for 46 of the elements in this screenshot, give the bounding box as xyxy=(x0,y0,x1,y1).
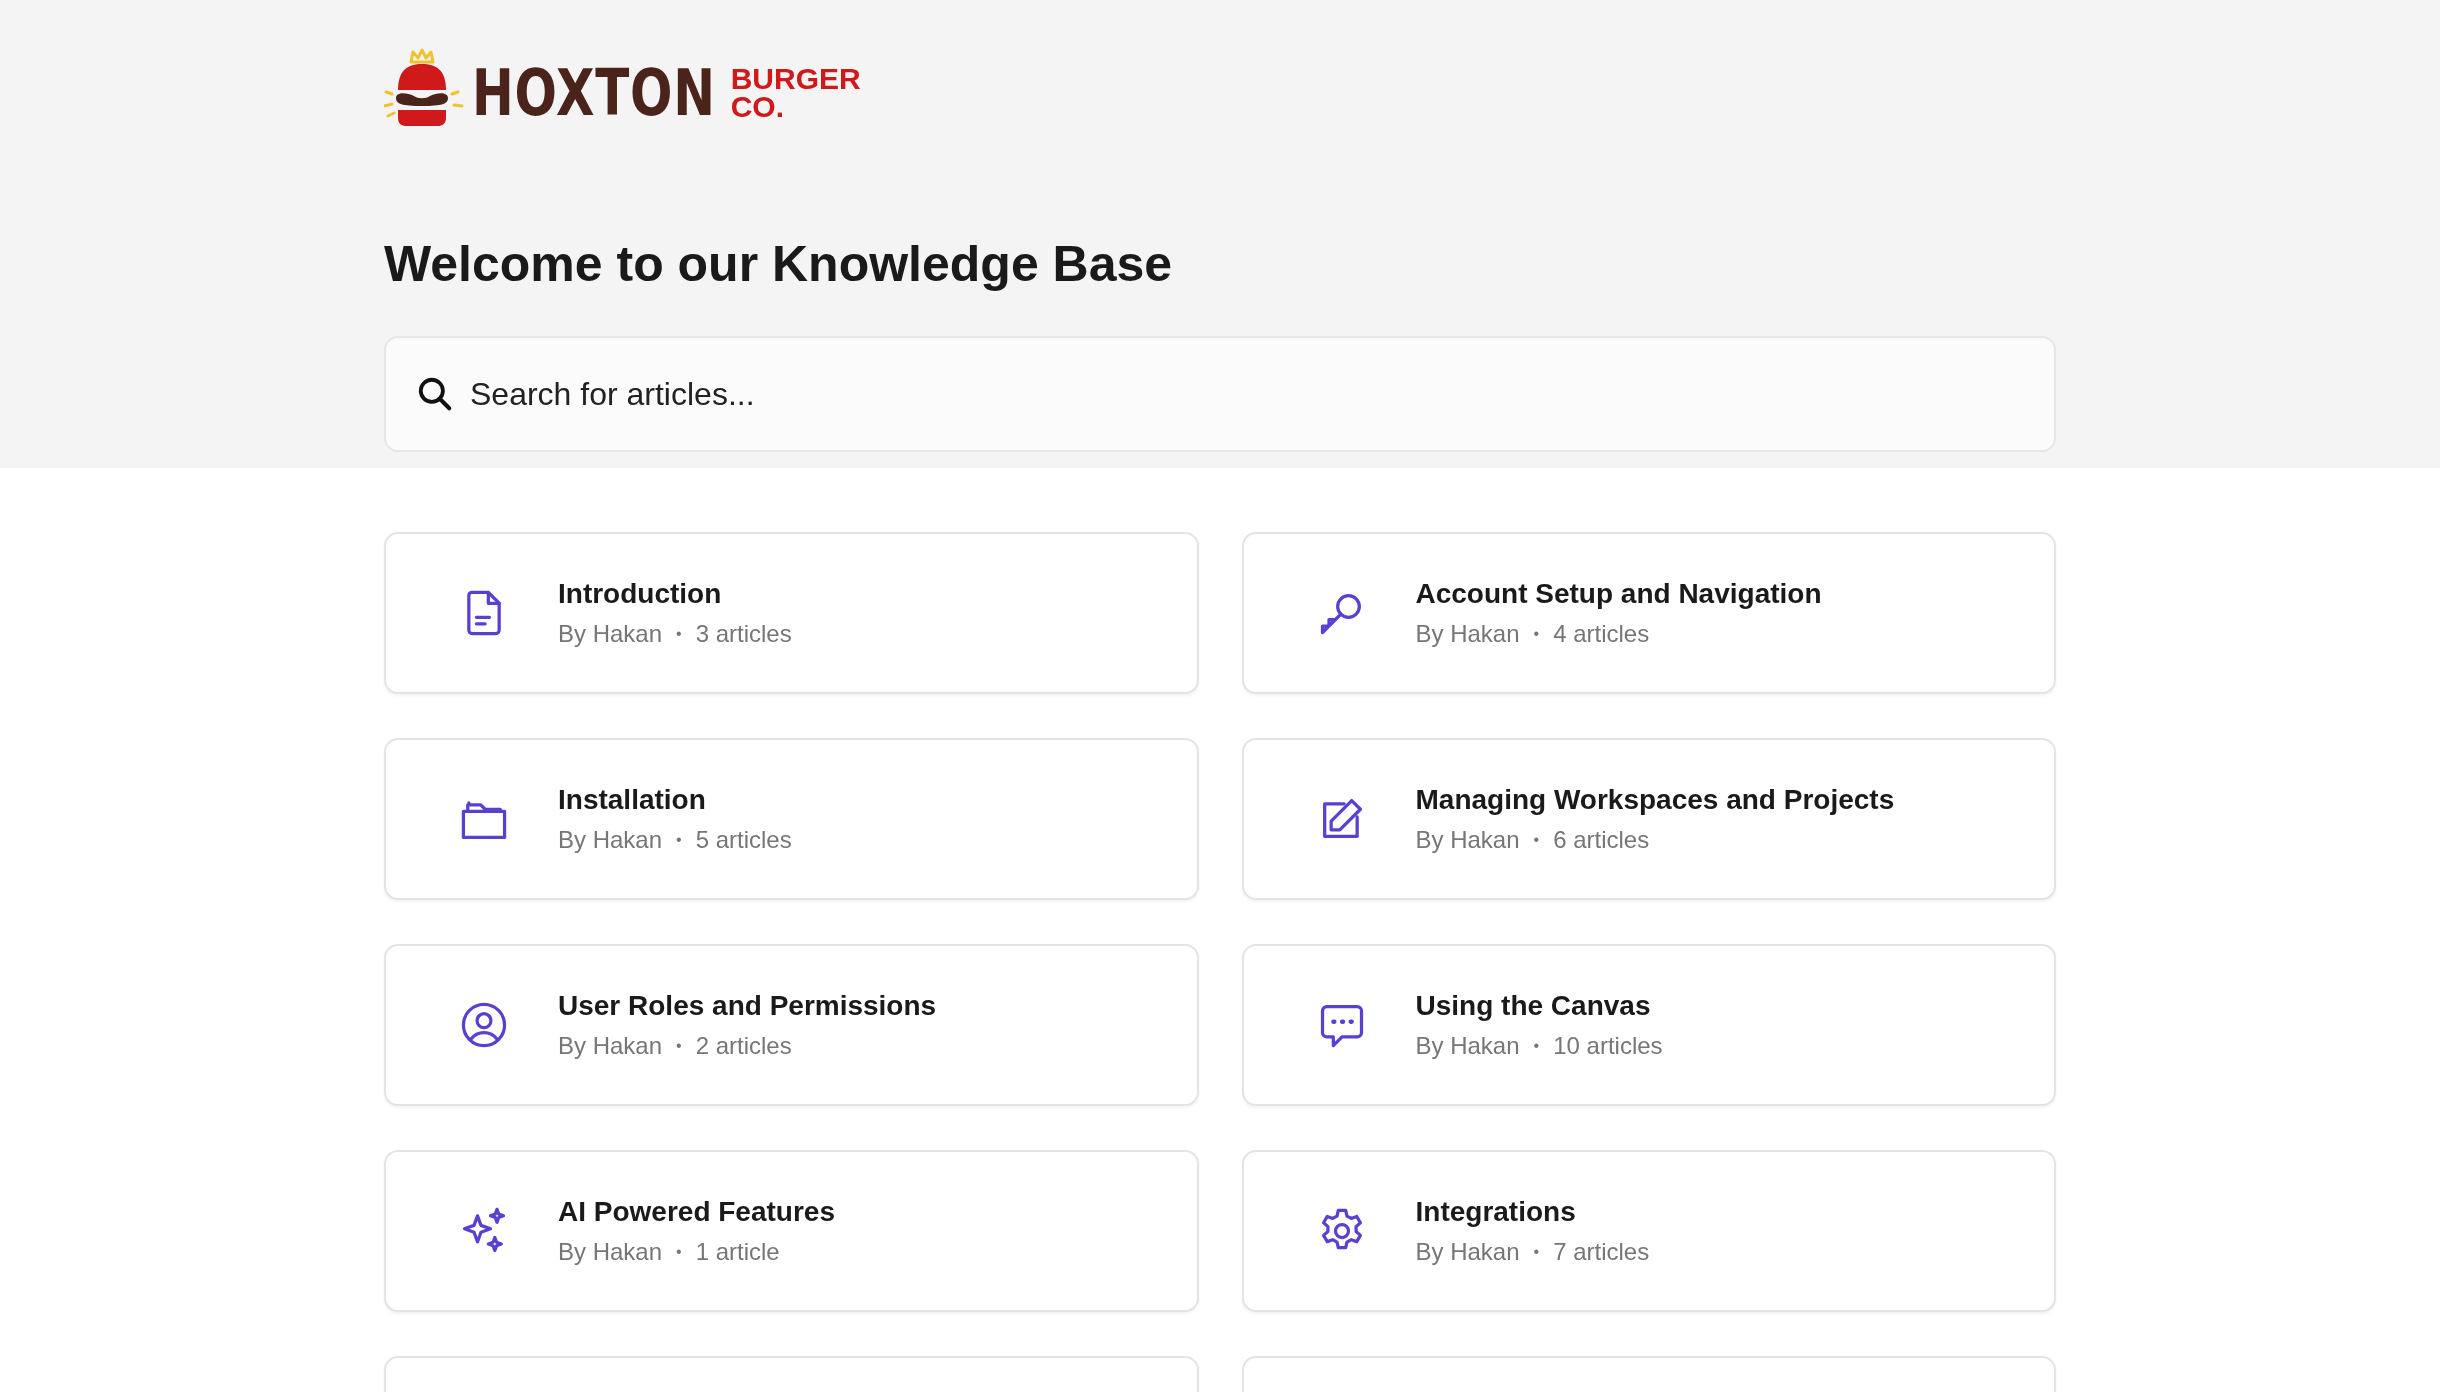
article-count: 7 articles xyxy=(1553,1238,1650,1266)
collection-author: By Hakan xyxy=(558,1032,663,1060)
search-icon xyxy=(416,375,454,413)
collection-card[interactable]: User Roles and Permissions By Hakan • 2 articles xyxy=(384,944,1199,1106)
collection-title: Introduction xyxy=(558,578,723,610)
article-count: 2 articles xyxy=(695,1032,792,1060)
collection-title: Managing Workspaces and Projects xyxy=(1415,784,1895,816)
collection-card[interactable]: Integrations By Hakan • 7 articles xyxy=(1241,1150,2056,1312)
collection-title: User Roles and Permissions xyxy=(558,990,937,1022)
collection-title: Account Setup and Navigation xyxy=(1415,578,1822,610)
article-count: 1 article xyxy=(695,1238,780,1266)
separator-dot: • xyxy=(1533,625,1540,643)
collection-title: Using the Canvas xyxy=(1415,990,1652,1022)
collection-card[interactable]: AI Powered Features By Hakan • 1 article xyxy=(384,1150,1199,1312)
collection-card[interactable]: Account Setup and Navigation By Hakan • 4 articles xyxy=(1241,532,2056,694)
collection-author: By Hakan xyxy=(558,1238,663,1266)
article-count: 6 articles xyxy=(1553,826,1650,854)
collection-author: By Hakan xyxy=(558,620,663,648)
logo-wordmark: HOXTON xyxy=(472,56,716,130)
collection-author: By Hakan xyxy=(1415,1238,1520,1266)
collection-author: By Hakan xyxy=(1415,1032,1520,1060)
collection-author: By Hakan xyxy=(1415,826,1520,854)
separator-dot: • xyxy=(1533,831,1540,849)
collection-title: Installation xyxy=(558,784,707,816)
collection-card[interactable]: Managing Workspaces and Projects By Hakan • 6 articles xyxy=(1241,738,2056,900)
article-count: 10 articles xyxy=(1553,1032,1663,1060)
separator-dot: • xyxy=(1533,1243,1540,1261)
separator-dot: • xyxy=(676,1243,682,1261)
collection-title: Integrations xyxy=(1415,1196,1577,1228)
separator-dot: • xyxy=(676,1037,682,1055)
collection-card[interactable]: Installation By Hakan • 5 articles xyxy=(384,738,1199,900)
logo-tagline: BURGER xyxy=(730,65,861,93)
collection-author: By Hakan xyxy=(1415,620,1520,648)
collection-author: By Hakan xyxy=(558,826,663,854)
separator-dot: • xyxy=(676,625,682,643)
article-count: 4 articles xyxy=(1553,620,1650,648)
article-count: 5 articles xyxy=(695,826,792,854)
collection-card[interactable]: Using the Canvas By Hakan • 10 articles xyxy=(1241,944,2056,1106)
page-heading: Welcome to our Knowledge Base xyxy=(384,235,1174,294)
logo-tagline: CO. xyxy=(730,93,785,121)
separator-dot: • xyxy=(1533,1037,1540,1055)
collection-card[interactable]: Introduction By Hakan • 3 articles xyxy=(384,532,1199,694)
collection-title: AI Powered Features xyxy=(558,1196,835,1228)
search-field[interactable]: Search for articles... xyxy=(384,336,2056,452)
article-count: 3 articles xyxy=(695,620,792,648)
separator-dot: • xyxy=(676,831,682,849)
